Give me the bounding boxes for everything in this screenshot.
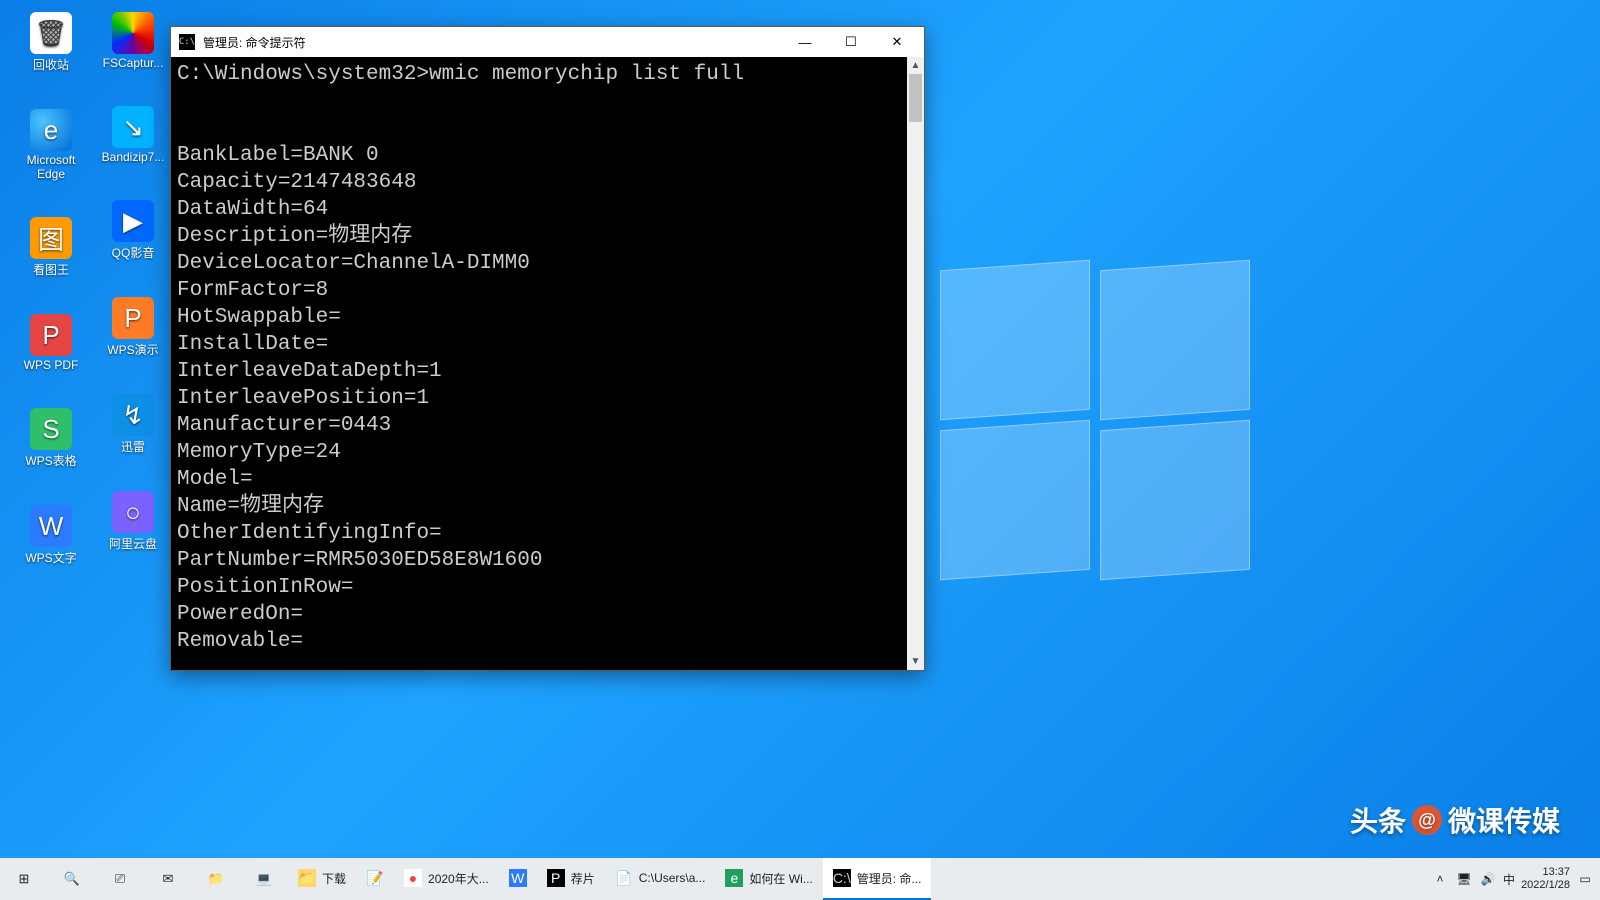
desktop-icon[interactable]: W WPS文字 bbox=[12, 505, 90, 566]
taskbar-app-icon: C:\ bbox=[833, 869, 851, 887]
taskbar-app-icon: P bbox=[547, 869, 565, 887]
desktop-icon[interactable]: eMicrosoft Edge bbox=[12, 109, 90, 181]
cmd-icon: C:\ bbox=[179, 34, 195, 50]
desktop-icon[interactable]: FSCaptur... bbox=[94, 12, 172, 70]
taskbar: ⊞ 🔍 ⎚ ✉📁💻 📁下载📝●2020年大...WP荐片📄C:\Users\a.… bbox=[0, 858, 1600, 900]
taskbar-app-icon: ● bbox=[404, 869, 422, 887]
app-icon: e bbox=[30, 109, 72, 151]
scroll-up-arrow[interactable]: ▲ bbox=[907, 57, 924, 74]
app-icon: W bbox=[30, 505, 72, 547]
desktop-icon-label: QQ影音 bbox=[112, 244, 155, 261]
taskbar-app-label: 2020年大... bbox=[428, 870, 489, 887]
window-title: 管理员: 命令提示符 bbox=[203, 34, 306, 51]
app-icon bbox=[112, 12, 154, 54]
desktop-icon-label: Bandizip7... bbox=[102, 150, 165, 164]
clock[interactable]: 13:37 2022/1/28 bbox=[1521, 866, 1570, 891]
desktop-icon-label: 迅雷 bbox=[121, 438, 145, 455]
taskbar-pinned-app[interactable]: 📁 bbox=[192, 858, 240, 900]
clock-time: 13:37 bbox=[1521, 866, 1570, 879]
tray-chevron-icon[interactable]: ˄ bbox=[1431, 870, 1449, 888]
taskbar-app-label: 管理员: 命... bbox=[857, 870, 922, 887]
app-icon: S bbox=[30, 408, 72, 450]
app-icon: P bbox=[30, 314, 72, 356]
titlebar[interactable]: C:\ 管理员: 命令提示符 — ☐ ✕ bbox=[171, 27, 924, 57]
terminal-output[interactable]: C:\Windows\system32>wmic memorychip list… bbox=[171, 57, 924, 670]
taskbar-app-icon: 📄 bbox=[615, 869, 633, 887]
desktop-icon-label: 看图王 bbox=[33, 261, 69, 278]
search-button[interactable]: 🔍 bbox=[48, 858, 96, 900]
maximize-button[interactable]: ☐ bbox=[828, 27, 874, 57]
taskbar-app-label: 下载 bbox=[322, 870, 346, 887]
desktop-icon[interactable]: ↯ 迅雷 bbox=[94, 394, 172, 455]
start-button[interactable]: ⊞ bbox=[0, 858, 48, 900]
scroll-down-arrow[interactable]: ▼ bbox=[907, 653, 924, 670]
desktop: 🗑回收站eMicrosoft Edge图看图王PWPS PDFSWPS表格WWP… bbox=[0, 0, 1600, 900]
desktop-icon-label: WPS表格 bbox=[25, 452, 76, 469]
taskbar-app[interactable]: 📝 bbox=[356, 858, 394, 900]
desktop-icon-column-2: FSCaptur... ↘ Bandizip7... ▶ QQ影音 P WPS演示 ↯ 迅雷 ○ 阿… bbox=[94, 12, 172, 552]
desktop-icon[interactable]: ▶ QQ影音 bbox=[94, 200, 172, 261]
taskbar-pinned-app[interactable]: ✉ bbox=[144, 858, 192, 900]
desktop-icon-label: WPS演示 bbox=[107, 341, 158, 358]
desktop-icon[interactable]: P WPS PDF bbox=[12, 314, 90, 372]
app-icon: ○ bbox=[112, 491, 154, 533]
desktop-icon-column-1: 🗑 回收站 eMicrosoft Edge 图看图王 P WPS PDF S WPS表格 W WP… bbox=[12, 12, 90, 566]
taskbar-app-icon: 📁 bbox=[298, 869, 316, 887]
system-tray[interactable]: ˄ 🖥 🔊 中 13:37 2022/1/28 ▭ bbox=[1431, 858, 1600, 900]
taskbar-app-icon: W bbox=[509, 869, 527, 887]
app-icon: ↯ bbox=[112, 394, 154, 436]
taskbar-app-label: 如何在 Wi... bbox=[749, 870, 812, 887]
desktop-icon[interactable]: ↘ Bandizip7... bbox=[94, 106, 172, 164]
taskbar-app[interactable]: e 如何在 Wi... bbox=[715, 858, 822, 900]
desktop-icon-label: WPS PDF bbox=[24, 358, 79, 372]
watermark-name: 微课传媒 bbox=[1448, 800, 1560, 840]
taskbar-app[interactable]: 📄 C:\Users\a... bbox=[605, 858, 716, 900]
scrollbar[interactable]: ▲ ▼ bbox=[907, 57, 924, 670]
taskview-button[interactable]: ⎚ bbox=[96, 858, 144, 900]
app-icon: P bbox=[112, 297, 154, 339]
taskbar-app-icon: 📝 bbox=[366, 869, 384, 887]
tray-volume-icon[interactable]: 🔊 bbox=[1479, 870, 1497, 888]
taskbar-pinned-app[interactable]: 💻 bbox=[240, 858, 288, 900]
desktop-icon[interactable]: 🗑 回收站 bbox=[12, 12, 90, 73]
taskbar-app-label: 荐片 bbox=[571, 870, 595, 887]
desktop-icon-label: 回收站 bbox=[33, 56, 69, 73]
taskbar-app[interactable]: ● 2020年大... bbox=[394, 858, 499, 900]
taskbar-app-icon: e bbox=[725, 869, 743, 887]
tray-network-icon[interactable]: 🖥 bbox=[1455, 870, 1473, 888]
minimize-button[interactable]: — bbox=[782, 27, 828, 57]
watermark-prefix: 头条 bbox=[1350, 800, 1406, 840]
taskbar-app[interactable]: 📁 下载 bbox=[288, 858, 356, 900]
desktop-icon-label: Microsoft Edge bbox=[12, 153, 90, 181]
notification-center-button[interactable]: ▭ bbox=[1576, 870, 1594, 888]
taskbar-app-label: C:\Users\a... bbox=[639, 871, 706, 885]
taskbar-app[interactable]: P 荐片 bbox=[537, 858, 605, 900]
watermark-at-icon: @ bbox=[1412, 805, 1442, 835]
taskbar-app[interactable]: W bbox=[499, 858, 537, 900]
desktop-icon-label: 阿里云盘 bbox=[109, 535, 157, 552]
desktop-icon[interactable]: ○ 阿里云盘 bbox=[94, 491, 172, 552]
desktop-icon-label: FSCaptur... bbox=[103, 56, 164, 70]
desktop-icon[interactable]: P WPS演示 bbox=[94, 297, 172, 358]
app-icon: ▶ bbox=[112, 200, 154, 242]
app-icon: 图 bbox=[30, 217, 72, 259]
clock-date: 2022/1/28 bbox=[1521, 879, 1570, 892]
command-prompt-window: C:\ 管理员: 命令提示符 — ☐ ✕ C:\Windows\system32… bbox=[170, 26, 925, 671]
windows-logo-wallpaper bbox=[940, 265, 1260, 585]
desktop-icon[interactable]: S WPS表格 bbox=[12, 408, 90, 469]
ime-indicator[interactable]: 中 bbox=[1503, 871, 1515, 888]
taskbar-app[interactable]: C:\ 管理员: 命... bbox=[823, 858, 932, 900]
scroll-thumb[interactable] bbox=[909, 74, 922, 122]
watermark: 头条 @ 微课传媒 bbox=[1350, 800, 1560, 840]
close-button[interactable]: ✕ bbox=[874, 27, 920, 57]
desktop-icon-label: WPS文字 bbox=[25, 549, 76, 566]
app-icon: ↘ bbox=[112, 106, 154, 148]
app-icon: 🗑 bbox=[30, 12, 72, 54]
desktop-icon[interactable]: 图看图王 bbox=[12, 217, 90, 278]
